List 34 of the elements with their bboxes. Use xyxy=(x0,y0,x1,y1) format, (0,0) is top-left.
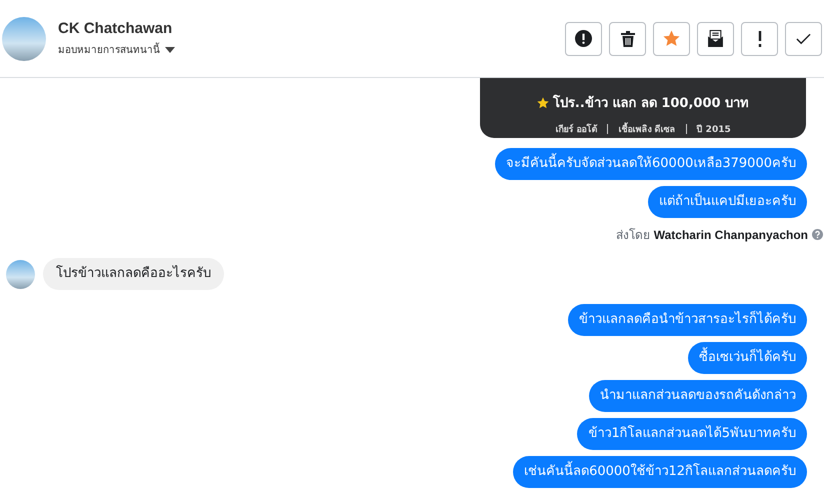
avatar-photo xyxy=(2,16,46,60)
alert-icon xyxy=(575,30,592,47)
important-button[interactable] xyxy=(741,22,778,56)
received-message: โปรข้าวแลกลดคืออะไรครับ xyxy=(43,258,224,290)
sent-message: จะมีคันนี้ครับจัดส่วนลดให้60000เหลือ379000ครับ xyxy=(495,148,807,180)
sent-message: นำมาแลกส่วนลดของรถคันดังกล่าว xyxy=(589,380,807,412)
sent-by-label: ส่งโดย xyxy=(616,227,650,244)
caret-icon xyxy=(165,46,175,52)
spec-label: เกียร์ ออโต้ xyxy=(555,122,598,136)
star-button[interactable] xyxy=(653,22,690,56)
spec-label: ปี 2015 xyxy=(696,123,731,136)
sender-name: Watcharin Chanpanyachon xyxy=(654,228,808,242)
sent-message: ข้าวแลกลดคือนำข้าวสารอะไรก็ได้ครับ xyxy=(568,304,807,336)
listing-card[interactable]: โปร..ข้าว แลก ลด 100,000 บาท เกียร์ ออโต้ เชื้อเพลิง ดีเซล ปี 2015 xyxy=(480,78,806,138)
sent-message: ข้าว1กิโลแลกส่วนลดได้5พันบาทครับ xyxy=(577,418,807,450)
done-button[interactable] xyxy=(785,22,822,56)
delete-button[interactable] xyxy=(609,22,646,56)
mail-button[interactable] xyxy=(697,22,734,56)
alert-button[interactable] xyxy=(565,22,602,56)
assign-dropdown[interactable]: มอบหมายการสนทนานี้ xyxy=(58,42,175,57)
help-icon[interactable] xyxy=(812,229,823,240)
sent-message: ซื้อเซเว่นก็ได้ครับ xyxy=(688,342,807,374)
star-icon xyxy=(663,30,680,47)
spec-label: เชื้อเพลิง ดีเซล xyxy=(618,122,676,136)
promo-text: โปร..ข้าว แลก ลด 100,000 บาท xyxy=(552,94,750,113)
contact-name: CK Chatchawan xyxy=(58,20,174,37)
sent-message: แต่ถ้าเป็นแคปมีเยอะครับ xyxy=(648,186,807,218)
exclamation-icon xyxy=(758,30,762,46)
star-icon xyxy=(536,96,549,108)
envelope-icon xyxy=(707,30,724,47)
avatar-photo xyxy=(6,260,35,288)
checkmark-icon xyxy=(796,32,811,44)
sent-message: เช่นคันนี้ลด60000ใช้ข้าว12กิโลแลกส่วนลดครับ xyxy=(513,456,807,488)
trash-icon xyxy=(620,30,634,46)
